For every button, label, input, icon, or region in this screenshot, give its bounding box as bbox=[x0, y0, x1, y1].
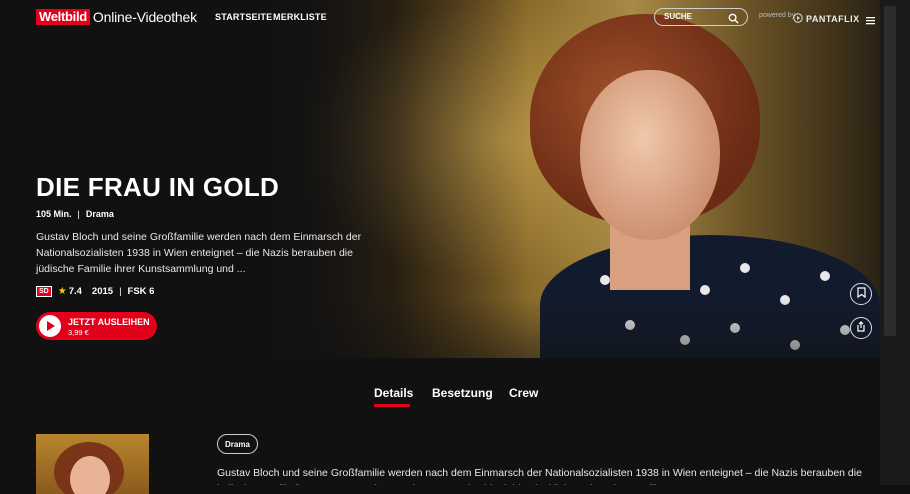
tab-besetzung[interactable]: Besetzung bbox=[432, 386, 493, 400]
search-icon[interactable] bbox=[728, 11, 739, 29]
quality-badge: SD bbox=[36, 286, 52, 297]
tab-details[interactable]: Details bbox=[374, 386, 413, 400]
rent-label: JETZT AUSLEIHEN bbox=[68, 317, 150, 327]
movie-duration: 105 Min. bbox=[36, 209, 72, 219]
movie-year: 2015 bbox=[91, 286, 114, 297]
site-logo[interactable]: Weltbild Online-Videothek bbox=[36, 9, 197, 25]
movie-description: Gustav Bloch und seine Großfamilie werde… bbox=[36, 231, 362, 275]
search-placeholder: SUCHE bbox=[664, 12, 693, 21]
rent-price: 3,99 € bbox=[68, 328, 89, 337]
rent-button[interactable]: JETZT AUSLEIHEN 3,99 € bbox=[36, 312, 157, 340]
movie-genre: Drama bbox=[85, 209, 114, 219]
movie-title: DIE FRAU IN GOLD bbox=[36, 172, 280, 202]
movie-info-row: SD ★ 7.4 2015 | FSK 6 bbox=[36, 286, 154, 297]
movie-rating: 7.4 bbox=[68, 286, 82, 297]
share-icon bbox=[856, 319, 866, 337]
movie-meta: 105 Min. | Drama bbox=[36, 209, 114, 219]
details-description: Gustav Bloch und seine Großfamilie werde… bbox=[217, 467, 862, 479]
powered-by-label: powered by bbox=[759, 12, 796, 19]
movie-fsk: FSK 6 bbox=[127, 286, 155, 297]
play-icon bbox=[39, 315, 61, 337]
logo-text: Online-Videothek bbox=[92, 9, 197, 25]
search-input[interactable]: SUCHE bbox=[654, 8, 748, 26]
partner-logo: PANTAFLIX bbox=[793, 10, 860, 28]
share-button[interactable] bbox=[850, 317, 872, 339]
tab-crew[interactable]: Crew bbox=[509, 386, 538, 400]
active-tab-indicator bbox=[374, 404, 410, 407]
partner-name: PANTAFLIX bbox=[806, 14, 860, 24]
bookmark-button[interactable] bbox=[850, 283, 872, 305]
menu-icon[interactable] bbox=[866, 12, 875, 30]
pantaflix-logo-icon bbox=[793, 10, 803, 28]
genre-tag[interactable]: Drama bbox=[217, 434, 258, 454]
details-description-continued: jüdische Familie ihrer Kunstsammlung und… bbox=[217, 481, 877, 485]
nav-startseite[interactable]: STARTSEITE bbox=[215, 12, 272, 22]
meta-separator: | bbox=[77, 209, 80, 219]
logo-brand: Weltbild bbox=[36, 9, 90, 25]
bookmark-icon bbox=[856, 285, 866, 303]
nav-merkliste[interactable]: MERKLISTE bbox=[273, 12, 327, 22]
star-icon: ★ bbox=[57, 286, 67, 297]
scrollbar-thumb[interactable] bbox=[884, 6, 896, 336]
movie-poster bbox=[36, 434, 149, 494]
info-separator: | bbox=[119, 286, 122, 297]
top-bar: Weltbild Online-Videothek STARTSEITE MER… bbox=[0, 0, 880, 34]
